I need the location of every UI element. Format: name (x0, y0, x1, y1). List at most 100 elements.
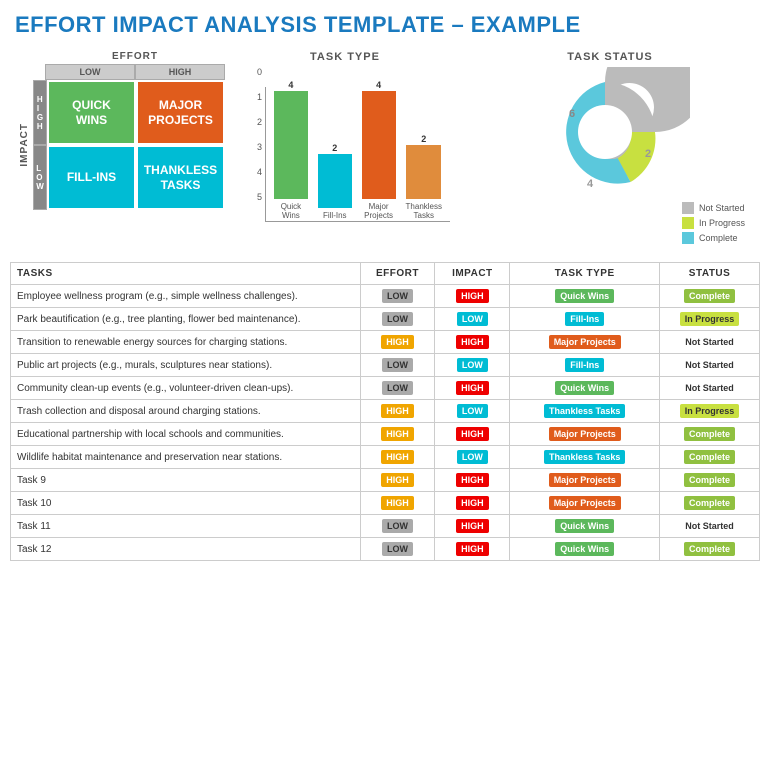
status-badge: Complete (684, 289, 735, 303)
task-impact: HIGH (435, 331, 510, 354)
status-badge: In Progress (680, 312, 740, 326)
type-badge: Quick Wins (555, 542, 614, 556)
matrix-low-row: LOW FILL-INS THANKLESSTASKS (33, 145, 225, 210)
table-row: Task 11 LOW HIGH Quick Wins Not Started (11, 515, 760, 538)
table-row: Wildlife habitat maintenance and preserv… (11, 446, 760, 469)
y-tick-4: 4 (257, 167, 262, 177)
task-effort: LOW (360, 538, 435, 561)
header-row: TASKS EFFORT IMPACT TASK TYPE STATUS (11, 263, 760, 285)
effort-badge: HIGH (381, 496, 414, 510)
task-effort: LOW (360, 308, 435, 331)
task-status: Not Started (660, 354, 760, 377)
effort-low-label: LOW (45, 64, 135, 80)
task-impact: LOW (435, 308, 510, 331)
task-impact: HIGH (435, 492, 510, 515)
bars-area: 4 QuickWins 2 Fill-Ins 4 MajorProjects (265, 87, 450, 222)
task-effort: LOW (360, 377, 435, 400)
effort-impact-matrix: EFFORT LOW HIGH IMPACT HIGH QUICKWINS MA (10, 46, 230, 215)
status-badge: Not Started (680, 358, 739, 372)
col-header-type: TASK TYPE (510, 263, 660, 285)
table-row: Trash collection and disposal around cha… (11, 400, 760, 423)
type-badge: Fill-Ins (565, 358, 604, 372)
task-effort: HIGH (360, 423, 435, 446)
task-impact: LOW (435, 446, 510, 469)
bar-rect-fill-ins (318, 154, 352, 208)
impact-badge: LOW (457, 312, 488, 326)
type-badge: Quick Wins (555, 519, 614, 533)
effort-badge: HIGH (381, 427, 414, 441)
task-type: Quick Wins (510, 377, 660, 400)
type-badge: Major Projects (549, 473, 621, 487)
table-row: Task 9 HIGH HIGH Major Projects Complete (11, 469, 760, 492)
impact-badge: HIGH (456, 473, 489, 487)
task-name: Wildlife habitat maintenance and preserv… (11, 446, 361, 469)
donut-arcs (566, 67, 690, 184)
task-name: Task 11 (11, 515, 361, 538)
bar-thankless-tasks: 2 ThanklessTasks (406, 134, 442, 221)
effort-badge: HIGH (381, 473, 414, 487)
matrix-grid: HIGH QUICKWINS MAJORPROJECTS LOW FILL-IN… (33, 80, 225, 210)
y-tick-2: 2 (257, 117, 262, 127)
task-type: Quick Wins (510, 515, 660, 538)
task-type: Major Projects (510, 423, 660, 446)
donut-legend: Not Started In Progress Complete (682, 202, 745, 244)
task-effort: HIGH (360, 446, 435, 469)
y-tick-5: 5 (257, 192, 262, 202)
task-impact: HIGH (435, 515, 510, 538)
page-container: EFFORT IMPACT ANALYSIS TEMPLATE – EXAMPL… (0, 0, 770, 571)
task-type: Thankless Tasks (510, 400, 660, 423)
task-effort: HIGH (360, 331, 435, 354)
task-type: Major Projects (510, 469, 660, 492)
task-impact: HIGH (435, 423, 510, 446)
task-type: Thankless Tasks (510, 446, 660, 469)
status-badge: Not Started (680, 335, 739, 349)
table-row: Park beautification (e.g., tree planting… (11, 308, 760, 331)
task-name: Park beautification (e.g., tree planting… (11, 308, 361, 331)
status-badge: Not Started (680, 381, 739, 395)
type-badge: Quick Wins (555, 381, 614, 395)
status-badge: Complete (684, 473, 735, 487)
matrix-high-row: HIGH QUICKWINS MAJORPROJECTS (33, 80, 225, 145)
effort-header-row: LOW HIGH (45, 64, 225, 80)
task-effort: HIGH (360, 469, 435, 492)
task-status: Complete (660, 538, 760, 561)
donut-chart-container: TASK STATUS (460, 46, 760, 249)
bar-rect-quick-wins (274, 91, 308, 199)
task-name: Task 10 (11, 492, 361, 515)
task-status: Complete (660, 285, 760, 308)
task-type: Quick Wins (510, 538, 660, 561)
type-badge: Major Projects (549, 335, 621, 349)
task-name: Transition to renewable energy sources f… (11, 331, 361, 354)
y-tick-3: 3 (257, 142, 262, 152)
col-header-effort: EFFORT (360, 263, 435, 285)
task-type: Fill-Ins (510, 308, 660, 331)
type-badge: Major Projects (549, 427, 621, 441)
task-type: Quick Wins (510, 285, 660, 308)
impact-badge: HIGH (456, 542, 489, 556)
bar-value-thankless: 2 (421, 134, 426, 144)
impact-badge: HIGH (456, 519, 489, 533)
impact-badge: LOW (457, 450, 488, 464)
task-name: Task 9 (11, 469, 361, 492)
bar-chart-container: TASK TYPE 5 4 3 2 1 0 4 QuickWins (230, 46, 460, 227)
impact-badge: HIGH (456, 335, 489, 349)
y-tick-0: 0 (257, 67, 262, 77)
task-status: In Progress (660, 308, 760, 331)
matrix-impact-side-low: LOW (33, 145, 47, 210)
donut-label-not-started: 6 (569, 108, 575, 120)
task-name: Educational partnership with local schoo… (11, 423, 361, 446)
page-title: EFFORT IMPACT ANALYSIS TEMPLATE – EXAMPL… (0, 0, 770, 46)
donut-center (578, 105, 632, 159)
task-status: Not Started (660, 377, 760, 400)
task-effort: HIGH (360, 492, 435, 515)
task-effort: LOW (360, 354, 435, 377)
type-badge: Thankless Tasks (544, 450, 625, 464)
impact-label-container: IMPACT (15, 80, 33, 210)
type-badge: Quick Wins (555, 289, 614, 303)
col-header-impact: IMPACT (435, 263, 510, 285)
legend-complete: Complete (682, 232, 745, 244)
matrix-cell-thankless-tasks: THANKLESSTASKS (136, 145, 225, 210)
task-name: Community clean-up events (e.g., volunte… (11, 377, 361, 400)
bar-chart: 5 4 3 2 1 0 4 QuickWins 2 (240, 67, 450, 222)
matrix-cell-fill-ins: FILL-INS (47, 145, 136, 210)
